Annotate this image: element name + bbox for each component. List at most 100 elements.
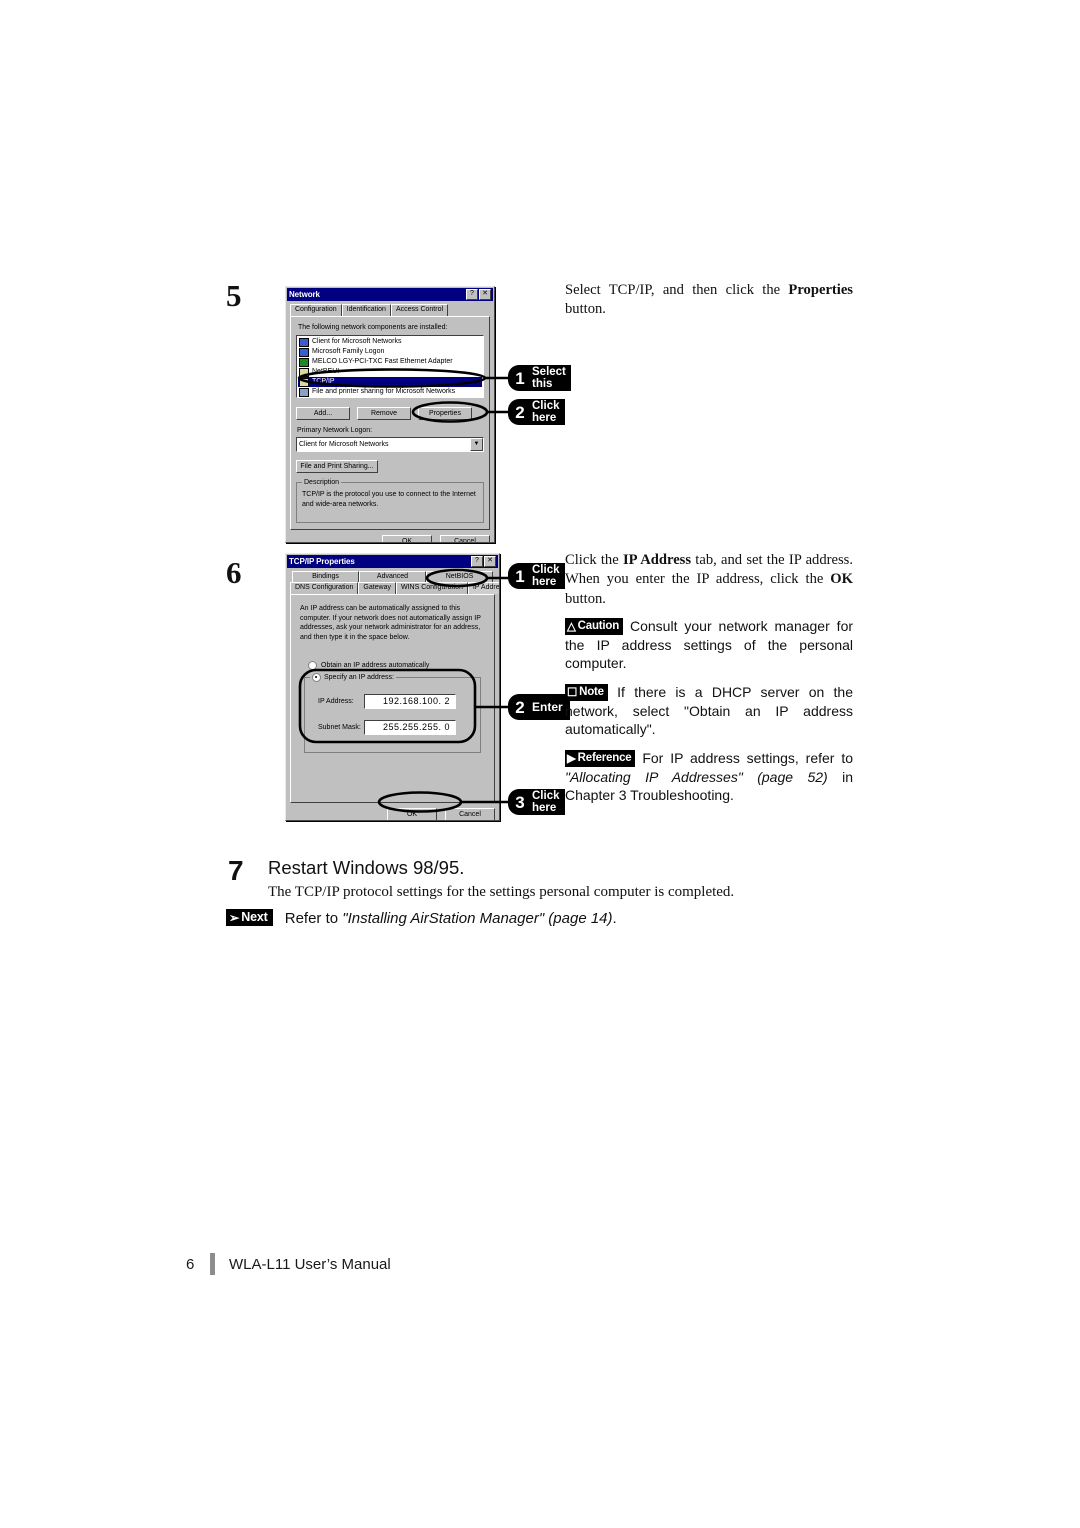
list-item-label: File and printer sharing for Microsoft N… bbox=[312, 388, 456, 395]
ip-address-input[interactable]: 192.168.100. 2 bbox=[364, 694, 456, 709]
callout-text: Enter bbox=[529, 694, 570, 720]
add-button[interactable]: Add... bbox=[296, 407, 350, 420]
next-text-run-3: . bbox=[612, 910, 617, 927]
tab-gateway[interactable]: Gateway bbox=[358, 582, 396, 594]
list-item-selected[interactable]: TCP/IP bbox=[298, 377, 482, 387]
primary-logon-select[interactable]: Client for Microsoft Networks ▼ bbox=[296, 437, 484, 452]
reference-text-run-1: For IP address settings, refer to bbox=[642, 750, 853, 766]
tab-access-control[interactable]: Access Control bbox=[390, 304, 449, 316]
components-label: The following network components are ins… bbox=[298, 324, 448, 331]
tcpip-dialog-title: TCP/IP Properties bbox=[289, 557, 355, 566]
reference-text-italic: "Allocating IP Addresses" (page 52) bbox=[565, 768, 828, 785]
callout-number: 2 bbox=[508, 399, 529, 425]
properties-button[interactable]: Properties bbox=[418, 407, 472, 420]
network-components-list[interactable]: Client for Microsoft Networks Microsoft … bbox=[296, 335, 484, 398]
obtain-automatically-radio-row[interactable]: Obtain an IP address automatically bbox=[308, 661, 489, 670]
note-text: If there is a DHCP server on the network… bbox=[565, 684, 853, 738]
list-item-label: Client for Microsoft Networks bbox=[312, 338, 402, 345]
step-5-number: 5 bbox=[226, 278, 242, 313]
tab-ip-address[interactable]: IP Address bbox=[467, 582, 499, 594]
network-dialog-body: Configuration Identification Access Cont… bbox=[286, 302, 494, 542]
footer-page-number: 6 bbox=[186, 1255, 195, 1273]
callout-line-1: Click bbox=[532, 400, 560, 412]
step-6-text-run-5: button. bbox=[565, 590, 606, 607]
network-dialog-title: Network bbox=[289, 290, 320, 299]
list-item[interactable]: NetBEUI bbox=[298, 367, 482, 377]
network-tab-strip: Configuration Identification Access Cont… bbox=[290, 304, 490, 316]
primary-logon-label: Primary Network Logon: bbox=[297, 427, 373, 434]
step-5-text-bold: Properties bbox=[788, 282, 853, 298]
manual-page: 5 Select TCP/IP, and then click the Prop… bbox=[0, 0, 1080, 1528]
list-item[interactable]: File and printer sharing for Microsoft N… bbox=[298, 387, 482, 397]
tab-wins-configuration[interactable]: WINS Configuration bbox=[396, 582, 468, 594]
callout-line-2: here bbox=[532, 412, 557, 424]
list-item-label: MELCO LGY-PCI-TXC Fast Ethernet Adapter bbox=[312, 358, 453, 365]
callout-annotations bbox=[297, 368, 508, 813]
step-6-text-bold-2: OK bbox=[830, 571, 853, 588]
footer-title: WLA-L11 User’s Manual bbox=[229, 1255, 391, 1273]
ok-button[interactable]: OK bbox=[387, 808, 437, 820]
callout-number: 3 bbox=[508, 789, 529, 815]
cancel-button[interactable]: Cancel bbox=[440, 535, 490, 542]
callout-number: 2 bbox=[508, 694, 529, 720]
cancel-button[interactable]: Cancel bbox=[445, 808, 495, 820]
file-print-sharing-button[interactable]: File and Print Sharing... bbox=[296, 460, 378, 473]
callout-text: Select this bbox=[529, 365, 571, 391]
chevron-down-icon[interactable]: ▼ bbox=[470, 438, 483, 451]
component-action-buttons: Add... Remove Properties bbox=[296, 407, 484, 420]
callout-text: Click here bbox=[529, 789, 565, 815]
note-notice: ☐ Note If there is a DHCP server on the n… bbox=[565, 683, 853, 739]
callout-enter: 2 Enter bbox=[508, 694, 570, 720]
radio-specify-ip[interactable] bbox=[312, 673, 321, 682]
footer-divider bbox=[210, 1253, 215, 1275]
caution-badge-label: Caution bbox=[577, 620, 620, 632]
callout-number: 1 bbox=[508, 563, 529, 589]
callout-click-here-properties: 2 Click here bbox=[508, 399, 565, 425]
close-icon[interactable]: ✕ bbox=[479, 289, 491, 300]
step-7-subtext: The TCP/IP protocol settings for the set… bbox=[268, 884, 735, 900]
step-5-text-run-1: Select TCP/IP, and then click the bbox=[565, 282, 789, 298]
help-button[interactable]: ? bbox=[466, 289, 478, 300]
network-dialog: Network ? ✕ Configuration Identification… bbox=[285, 286, 495, 543]
close-icon[interactable]: ✕ bbox=[484, 556, 496, 567]
subnet-mask-label: Subnet Mask: bbox=[318, 724, 361, 731]
protocol-icon bbox=[299, 367, 309, 377]
tcpip-dialog-footer: OK Cancel bbox=[290, 808, 495, 820]
step-6-text-run-1: Click the bbox=[565, 552, 623, 568]
remove-button[interactable]: Remove bbox=[357, 407, 411, 420]
ok-button[interactable]: OK bbox=[382, 535, 432, 542]
ip-address-row: IP Address: 192.168.100. 2 bbox=[318, 694, 475, 709]
callout-select-this: 1 Select this bbox=[508, 365, 571, 391]
callout-line-2: here bbox=[532, 802, 557, 814]
tab-identification[interactable]: Identification bbox=[341, 304, 391, 316]
primary-logon-value: Client for Microsoft Networks bbox=[299, 441, 389, 448]
list-item-label: TCP/IP bbox=[312, 378, 335, 385]
callout-text: Click here bbox=[529, 399, 565, 425]
next-text-run-1: Refer to bbox=[284, 910, 343, 927]
list-item-label: Microsoft Family Logon bbox=[312, 348, 385, 355]
caution-notice: △ Caution Consult your network manager fo… bbox=[565, 617, 853, 673]
subnet-mask-input[interactable]: 255.255.255. 0 bbox=[364, 720, 456, 735]
tab-dns-configuration[interactable]: DNS Configuration bbox=[290, 582, 359, 594]
specify-ip-title[interactable]: Specify an IP address: bbox=[310, 673, 396, 682]
list-item[interactable]: Client for Microsoft Networks bbox=[298, 337, 482, 347]
reference-badge: ▶ Reference bbox=[565, 750, 636, 767]
tcpip-properties-dialog: TCP/IP Properties ? ✕ Bindings Advanced … bbox=[285, 553, 500, 821]
list-item[interactable]: MELCO LGY-PCI-TXC Fast Ethernet Adapter bbox=[298, 357, 482, 367]
step-7-number: 7 bbox=[228, 855, 244, 886]
network-client-icon bbox=[299, 347, 309, 357]
caution-badge: △ Caution bbox=[565, 618, 624, 635]
network-dialog-titlebar: Network ? ✕ bbox=[287, 288, 493, 301]
next-text-italic: "Installing AirStation Manager" (page 14… bbox=[342, 910, 613, 927]
callout-line-1: Click bbox=[532, 564, 560, 576]
list-item[interactable]: Microsoft Family Logon bbox=[298, 347, 482, 357]
callout-line-1: Select bbox=[532, 366, 566, 378]
reference-badge-label: Reference bbox=[577, 752, 632, 764]
tab-configuration[interactable]: Configuration bbox=[290, 304, 342, 316]
step-5-text-run-3: button. bbox=[565, 301, 606, 318]
tcpip-dialog-body: Bindings Advanced NetBIOS DNS Configurat… bbox=[286, 569, 499, 820]
help-button[interactable]: ? bbox=[471, 556, 483, 567]
subnet-mask-row: Subnet Mask: 255.255.255. 0 bbox=[318, 720, 475, 735]
radio-obtain-automatically[interactable] bbox=[308, 661, 317, 670]
configuration-panel: The following network components are ins… bbox=[290, 316, 490, 530]
